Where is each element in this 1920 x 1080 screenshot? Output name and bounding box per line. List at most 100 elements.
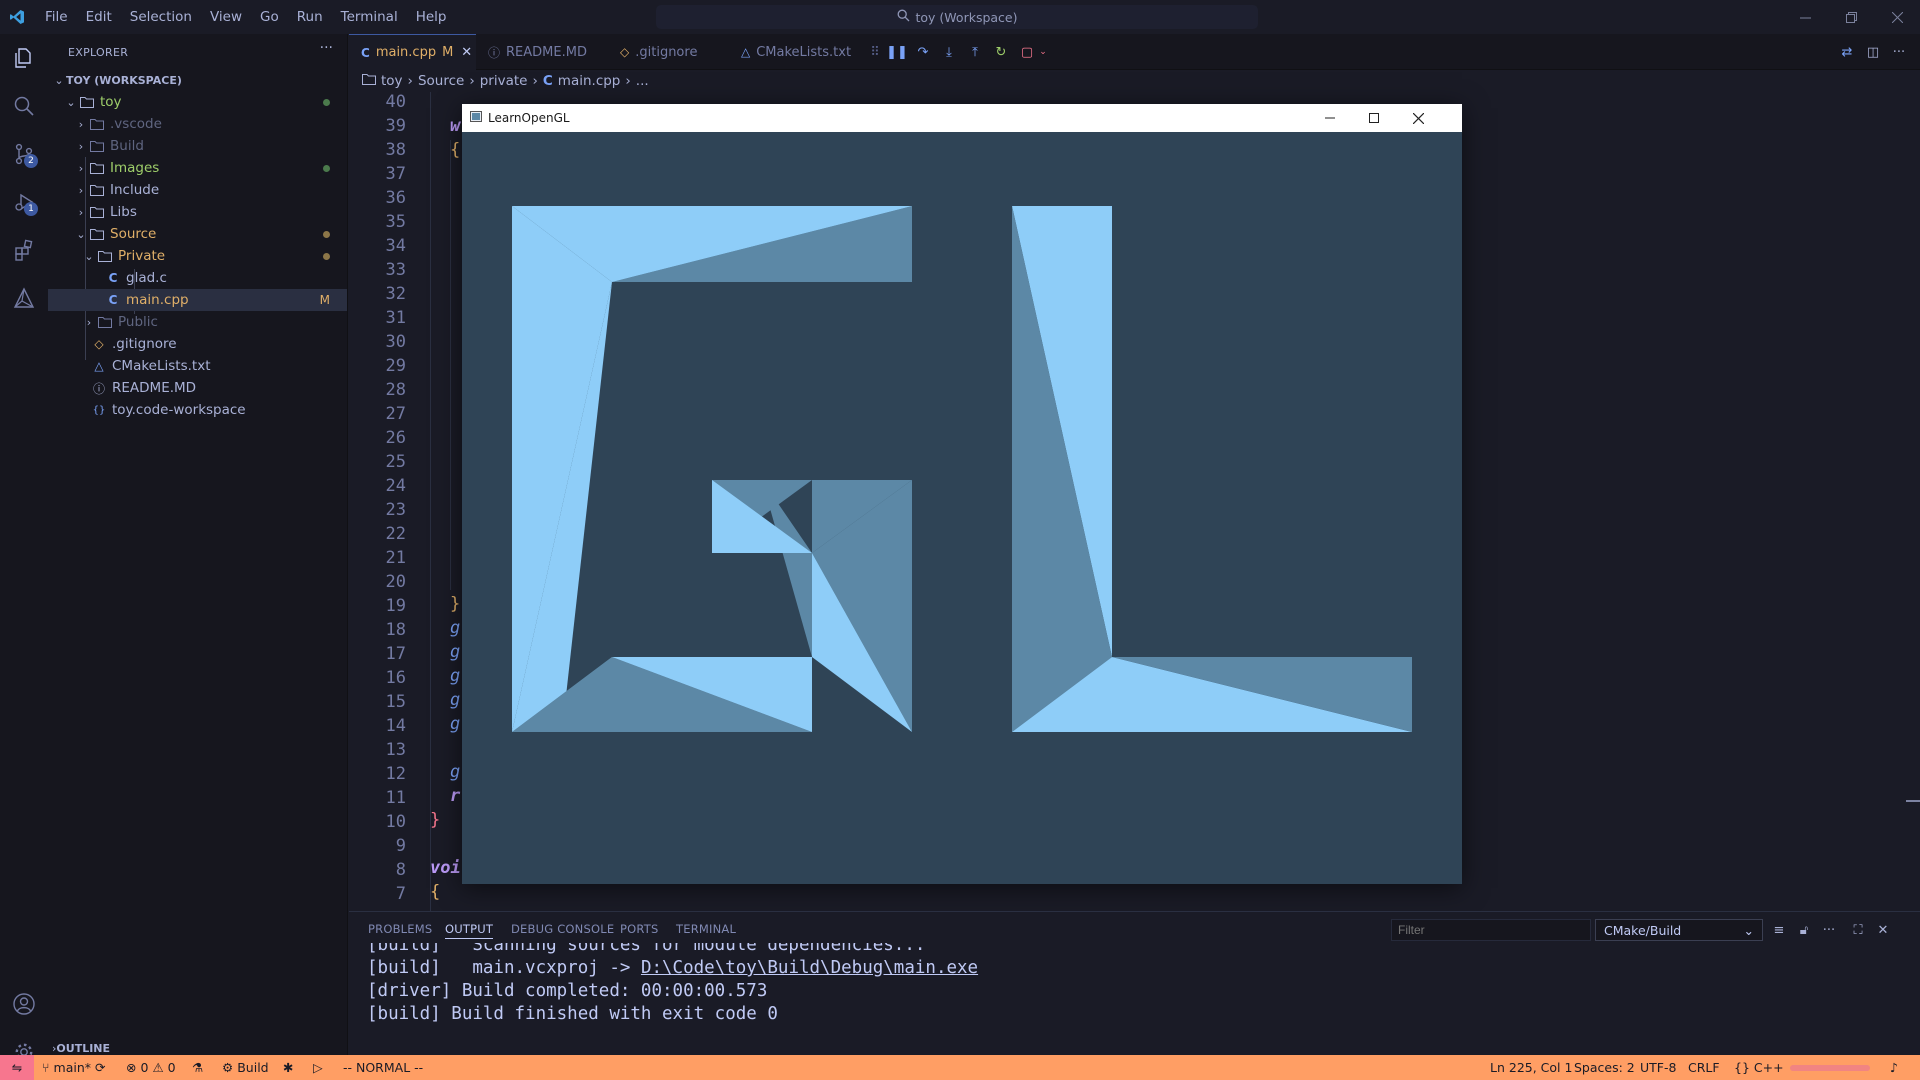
indentation[interactable]: Spaces: 2 xyxy=(1574,1055,1635,1080)
chevron-down-icon[interactable]: ⌄ xyxy=(1033,43,1053,61)
tree-folder-source[interactable]: ⌄ Source xyxy=(48,223,347,245)
output-log[interactable]: [build] Scanning sources for module depe… xyxy=(349,943,1920,1055)
minimize-button[interactable] xyxy=(1782,0,1828,34)
tab-output[interactable]: OUTPUT xyxy=(445,922,494,939)
menu-selection[interactable]: Selection xyxy=(121,0,201,34)
line-number: 30 xyxy=(385,332,406,352)
menu-go[interactable]: Go xyxy=(251,0,288,34)
tab-debug-console[interactable]: DEBUG CONSOLE xyxy=(511,922,614,936)
tree-folder-public[interactable]: › Public xyxy=(48,311,347,333)
tab-ports[interactable]: PORTS xyxy=(620,922,658,936)
chevron-down-icon: ⌄ xyxy=(84,249,94,263)
cmake-icon[interactable] xyxy=(0,274,48,322)
maximize-button[interactable] xyxy=(1352,104,1396,132)
menu-run[interactable]: Run xyxy=(288,0,332,34)
encoding[interactable]: UTF-8 xyxy=(1640,1055,1676,1080)
tab-main-cpp[interactable]: C main.cpp M ✕ xyxy=(349,34,476,70)
tab-readme[interactable]: ⓘ README.MD xyxy=(476,34,599,70)
notifications-bell-icon[interactable]: ♪ xyxy=(1890,1055,1898,1080)
tree-file-gitignore[interactable]: ◇ .gitignore xyxy=(48,333,347,355)
menu-view[interactable]: View xyxy=(201,0,251,34)
cmake-config-icon[interactable]: ⚗ xyxy=(192,1055,203,1080)
tree-folder-build[interactable]: › Build xyxy=(48,135,347,157)
breadcrumb-item[interactable]: Source xyxy=(418,73,464,89)
problems-indicator[interactable]: ⊗ 0 ⚠ 0 xyxy=(126,1055,176,1080)
tree-folder-libs[interactable]: › Libs xyxy=(48,201,347,223)
more-actions-icon[interactable]: ··· xyxy=(1889,43,1909,61)
restore-button[interactable] xyxy=(1828,0,1874,34)
end-of-line[interactable]: CRLF xyxy=(1688,1055,1720,1080)
tree-item-label: Images xyxy=(110,160,160,176)
extensions-icon[interactable] xyxy=(0,226,48,274)
maximize-panel-icon[interactable]: ⛶ xyxy=(1847,919,1869,941)
tab-problems[interactable]: PROBLEMS xyxy=(368,922,432,936)
close-window-button[interactable] xyxy=(1874,0,1920,34)
cpp-file-icon: C xyxy=(108,293,118,307)
menu-edit[interactable]: Edit xyxy=(77,0,121,34)
close-window-button[interactable] xyxy=(1396,104,1440,132)
menu-terminal[interactable]: Terminal xyxy=(332,0,407,34)
line-number: 8 xyxy=(395,860,406,880)
branch-indicator[interactable]: ⑂ main* ⟳ xyxy=(42,1055,105,1080)
debug-bug-icon[interactable]: ✱ xyxy=(283,1055,293,1080)
tree-folder-toy[interactable]: ⌄ toy xyxy=(48,91,347,113)
clear-output-icon[interactable]: ≡ xyxy=(1768,919,1790,941)
tree-folder-vscode[interactable]: › .vscode xyxy=(48,113,347,135)
more-actions-icon[interactable]: ··· xyxy=(320,40,333,56)
lock-scroll-icon[interactable]: 🔓︎ xyxy=(1793,919,1815,941)
menu-help[interactable]: Help xyxy=(407,0,456,34)
workspace-header[interactable]: ⌄ TOY (WORKSPACE) xyxy=(48,69,347,91)
close-tab-icon[interactable]: ✕ xyxy=(461,45,472,60)
chevron-right-icon: › xyxy=(469,73,475,89)
split-editor-icon[interactable]: ◫ xyxy=(1863,43,1883,61)
run-debug-icon[interactable]: 1 xyxy=(0,178,48,226)
step-over-icon[interactable]: ↷ xyxy=(913,43,933,61)
build-button[interactable]: ⚙ Build xyxy=(222,1055,269,1080)
tree-file-main-cpp[interactable]: C main.cpp M xyxy=(48,289,347,311)
search-icon xyxy=(897,9,910,25)
restart-icon[interactable]: ↻ xyxy=(991,43,1011,61)
source-control-icon[interactable]: 2 xyxy=(0,130,48,178)
remote-indicator-icon[interactable]: ⇋ xyxy=(0,1055,34,1080)
tree-folder-images[interactable]: › Images xyxy=(48,157,347,179)
breadcrumb-item[interactable]: toy xyxy=(381,73,403,89)
tree-folder-private[interactable]: ⌄ Private xyxy=(48,245,347,267)
step-out-icon[interactable]: ⤒ xyxy=(965,43,985,61)
breadcrumb-item[interactable]: ... xyxy=(636,73,649,89)
scrollbar-marker[interactable] xyxy=(1906,800,1920,802)
warning-count: 0 xyxy=(167,1060,176,1075)
modified-badge: M xyxy=(319,293,330,307)
pause-icon[interactable]: ❚❚ xyxy=(886,43,908,61)
close-panel-icon[interactable]: ✕ xyxy=(1872,919,1894,941)
explorer-icon[interactable] xyxy=(0,34,48,82)
tab-cmakelists[interactable]: △ CMakeLists.txt xyxy=(729,34,863,70)
cursor-position[interactable]: Ln 225, Col 1 xyxy=(1490,1055,1572,1080)
tree-folder-include[interactable]: › Include xyxy=(48,179,347,201)
minimize-button[interactable] xyxy=(1308,104,1352,132)
learnopengl-titlebar[interactable]: LearnOpenGL xyxy=(462,104,1462,132)
tab-terminal[interactable]: TERMINAL xyxy=(676,922,736,936)
compare-changes-icon[interactable]: ⇄ xyxy=(1837,43,1857,61)
output-filter-input[interactable] xyxy=(1391,919,1591,941)
breadcrumb-item[interactable]: main.cpp xyxy=(558,73,621,89)
account-icon[interactable] xyxy=(0,980,48,1028)
learnopengl-window[interactable]: LearnOpenGL xyxy=(462,104,1462,884)
line-number: 25 xyxy=(385,452,406,472)
output-path-link[interactable]: D:\Code\toy\Build\Debug\main.exe xyxy=(641,958,978,978)
tab-gitignore[interactable]: ◇ .gitignore xyxy=(608,34,709,70)
tree-file-workspace[interactable]: {} toy.code-workspace xyxy=(48,399,347,421)
language-mode[interactable]: {} C++ xyxy=(1734,1055,1784,1080)
output-channel-select[interactable]: CMake/Build ⌄ xyxy=(1595,919,1763,941)
tree-file-glad-c[interactable]: C glad.c xyxy=(48,267,347,289)
menu-file[interactable]: File xyxy=(36,0,77,34)
search-icon[interactable] xyxy=(0,82,48,130)
tree-file-readme[interactable]: ⓘ README.MD xyxy=(48,377,347,399)
step-into-icon[interactable]: ⤓ xyxy=(939,43,959,61)
drag-handle-icon[interactable]: ⠿ xyxy=(865,43,885,61)
run-icon[interactable]: ▷ xyxy=(313,1055,323,1080)
more-actions-icon[interactable]: ··· xyxy=(1818,919,1840,941)
tree-file-cmakelists[interactable]: △ CMakeLists.txt xyxy=(48,355,347,377)
command-center-search[interactable]: toy (Workspace) xyxy=(656,5,1258,29)
breadcrumb-item[interactable]: private xyxy=(480,73,528,89)
status-extension-item[interactable] xyxy=(1790,1055,1880,1080)
